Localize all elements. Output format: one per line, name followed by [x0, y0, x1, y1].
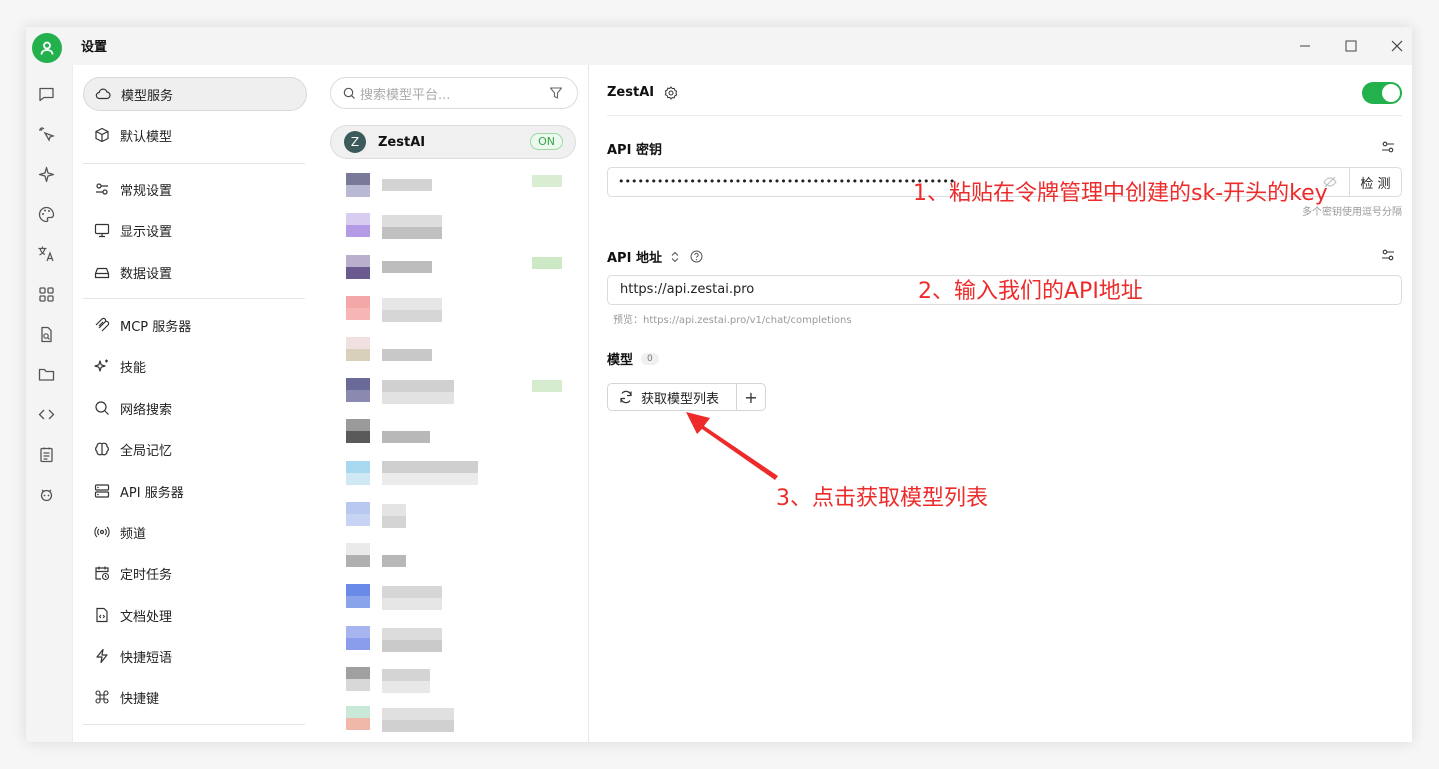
annotation-arrow [686, 412, 778, 480]
